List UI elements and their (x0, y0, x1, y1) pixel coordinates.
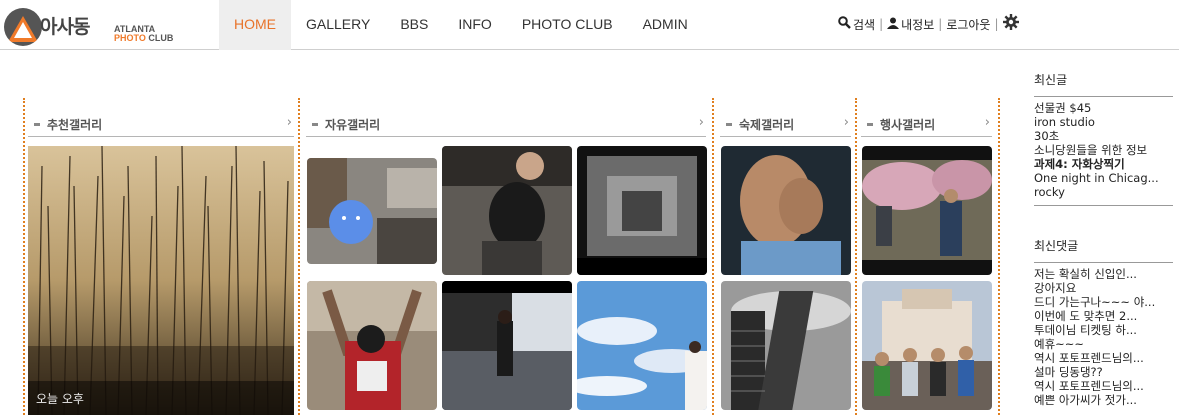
more-chevron-icon[interactable]: › (985, 115, 990, 130)
logo-mark-icon (4, 8, 42, 46)
city-street-photo-image (442, 281, 572, 410)
section-bullet (867, 123, 873, 126)
recent-comment-item[interactable]: 투데이님 티켓팅 하... (1034, 323, 1173, 337)
top-bar: 아사동 ATLANTA PHOTO CLUB HOME GALLERY BBS … (0, 0, 1179, 50)
section-bullet (726, 123, 732, 126)
nav-bbs[interactable]: BBS (385, 0, 443, 50)
street-photo-image (307, 158, 437, 264)
logout-link[interactable]: 로그아웃 (946, 16, 990, 33)
more-chevron-icon[interactable]: › (287, 115, 292, 130)
utility-links: 검색 | 내정보 | 로그아웃 | (838, 14, 1019, 34)
search-icon (838, 15, 851, 29)
recent-comments-title: 최신댓글 (1034, 239, 1079, 253)
recent-post-item[interactable]: 선물권 $45 (1034, 101, 1173, 115)
recent-comment-item[interactable]: 예휴~~~ (1034, 337, 1173, 351)
section-title[interactable]: 행사갤러리 (880, 116, 935, 133)
recent-post-item[interactable]: rocky (1034, 185, 1173, 199)
gallery-thumbnail[interactable] (307, 281, 437, 410)
recent-comment-item[interactable]: 드디 가는구나~~~ 야... (1034, 295, 1173, 309)
section-bullet (34, 123, 40, 126)
section-header: 추천갤러리 › (28, 113, 294, 137)
event-gallery-section: 행사갤러리 › (861, 98, 992, 415)
nav-photo-club[interactable]: PHOTO CLUB (507, 0, 628, 50)
sky-wedding-photo-image (577, 281, 707, 410)
recent-post-item[interactable]: One night in Chicag... (1034, 171, 1173, 185)
section-title[interactable]: 자유갤러리 (325, 116, 380, 133)
recent-posts-title: 최신글 (1034, 73, 1068, 87)
homework-gallery-section: 숙제갤러리 › (720, 98, 851, 415)
recent-post-item[interactable]: 소니당원들을 위한 정보 (1034, 143, 1173, 157)
recent-comment-item[interactable]: 이번에 도 맞추면 2... (1034, 309, 1173, 323)
nav-info[interactable]: INFO (443, 0, 506, 50)
nav-admin[interactable]: ADMIN (628, 0, 703, 50)
subway-photo-image (577, 146, 707, 275)
more-chevron-icon[interactable]: › (699, 115, 704, 130)
gallery-thumbnail[interactable] (307, 158, 437, 264)
recent-comment-item[interactable]: 저는 확실히 신입인... (1034, 267, 1173, 281)
section-title[interactable]: 숙제갤러리 (739, 116, 794, 133)
recent-comment-item[interactable]: 설마 딩동댕?? (1034, 365, 1173, 379)
column-divider (298, 98, 300, 415)
section-bullet (312, 123, 318, 126)
recommend-gallery-section: 추천갤러리 › 오늘 오후 (28, 98, 294, 415)
gallery-thumbnail[interactable] (442, 281, 572, 410)
site-logo[interactable]: 아사동 ATLANTA PHOTO CLUB (4, 6, 184, 46)
reeds-photo-image (28, 146, 294, 415)
raised-arms-photo-image (307, 281, 437, 410)
section-header: 숙제갤러리 › (720, 113, 851, 137)
recent-comment-item[interactable]: 역시 포토프렌드님의... (1034, 379, 1173, 393)
blossom-photo-image (862, 146, 992, 275)
my-info-label: 내정보 (901, 17, 935, 32)
nav-home[interactable]: HOME (219, 0, 291, 50)
gallery-thumbnail[interactable] (442, 146, 572, 275)
user-icon (887, 17, 900, 29)
section-header: 행사갤러리 › (861, 113, 992, 137)
divider: | (938, 17, 943, 31)
search-label: 검색 (853, 17, 876, 32)
column-divider (998, 98, 1000, 415)
gear-icon[interactable] (1002, 14, 1019, 34)
towers-photo-image (721, 281, 851, 410)
logo-photo-club-text: PHOTO CLUB (114, 33, 174, 43)
gallery-thumbnail[interactable] (577, 146, 707, 275)
recent-comments-list: 저는 확실히 신입인... 강아지요 드디 가는구나~~~ 야... 이번에 도… (1034, 267, 1173, 407)
gallery-thumbnail[interactable] (862, 146, 992, 275)
main-nav: HOME GALLERY BBS INFO PHOTO CLUB ADMIN (219, 0, 703, 50)
logo-korean-text: 아사동 (40, 16, 90, 38)
divider (1034, 96, 1173, 97)
column-divider (855, 98, 857, 415)
featured-photo[interactable]: 오늘 오후 (28, 146, 294, 415)
recent-post-item[interactable]: 30초 (1034, 129, 1173, 143)
more-chevron-icon[interactable]: › (844, 115, 849, 130)
my-info-link[interactable]: 내정보 (887, 16, 934, 33)
divider (1034, 262, 1173, 263)
recent-comment-item[interactable]: 강아지요 (1034, 281, 1173, 295)
group-photo-image (862, 281, 992, 410)
portrait-photo-image (721, 146, 851, 275)
free-gallery-section: 자유갤러리 › (306, 98, 707, 415)
divider: | (994, 17, 999, 31)
column-divider (712, 98, 714, 415)
recent-comment-item[interactable]: 예쁜 아가씨가 젓가... (1034, 393, 1173, 407)
section-header: 자유갤러리 › (306, 113, 706, 137)
divider: | (879, 17, 884, 31)
gallery-thumbnail[interactable] (721, 281, 851, 410)
recent-post-item[interactable]: 과제4: 자화상찍기 (1034, 157, 1173, 171)
recent-comment-item[interactable]: 역시 포토프렌드님의... (1034, 351, 1173, 365)
gallery-thumbnail[interactable] (577, 281, 707, 410)
photo-caption: 오늘 오후 (28, 381, 294, 415)
sidebar: 최신글 선물권 $45 iron studio 30초 소니당원들을 위한 정보… (1034, 70, 1173, 407)
column-divider (23, 98, 25, 415)
recent-post-item[interactable]: iron studio (1034, 115, 1173, 129)
gallery-thumbnail[interactable] (862, 281, 992, 410)
gallery-thumbnail[interactable] (721, 146, 851, 275)
nav-gallery[interactable]: GALLERY (291, 0, 385, 50)
worker-photo-image (442, 146, 572, 275)
search-link[interactable]: 검색 (838, 15, 876, 33)
recent-posts-list: 선물권 $45 iron studio 30초 소니당원들을 위한 정보 과제4… (1034, 101, 1173, 199)
section-title[interactable]: 추천갤러리 (47, 116, 102, 133)
